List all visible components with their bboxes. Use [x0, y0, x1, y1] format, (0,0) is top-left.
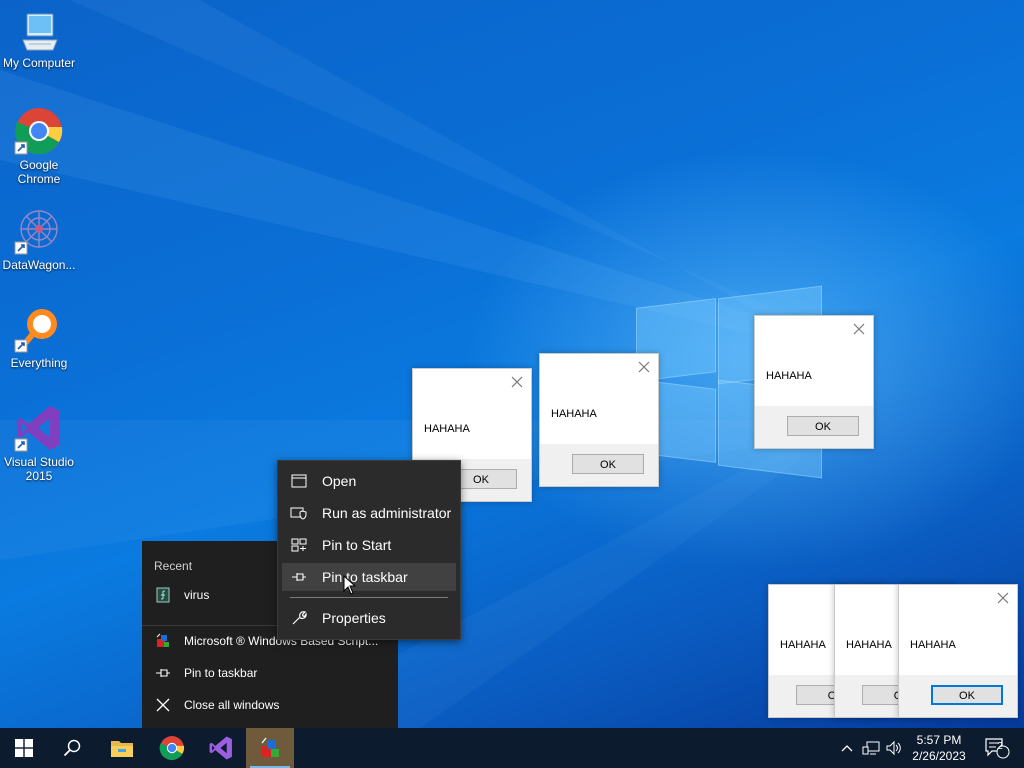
context-menu-properties[interactable]: Properties: [282, 604, 456, 632]
close-icon[interactable]: [510, 375, 524, 389]
desktop-icon-label: DataWagon...: [2, 258, 76, 272]
jump-list-task-label: Close all windows: [184, 698, 280, 712]
chevron-up-icon: [841, 745, 853, 752]
context-menu-label: Pin to taskbar: [322, 569, 408, 585]
jump-list-task-pin-to-taskbar[interactable]: Pin to taskbar: [142, 659, 398, 687]
chrome-icon: [159, 736, 185, 761]
visual-studio-icon: [14, 406, 60, 452]
pin-icon: [155, 665, 171, 681]
message-box: HAHAHA OK: [754, 315, 874, 449]
chrome-icon: [14, 108, 63, 155]
jump-list-task-label: Pin to taskbar: [184, 666, 258, 680]
shield-icon: [290, 505, 308, 521]
desktop-icon-label: Google Chrome: [17, 158, 61, 186]
clock-date: 2/26/2023: [912, 749, 966, 763]
ok-button[interactable]: OK: [931, 685, 1003, 705]
datawagon-icon: [14, 210, 58, 255]
network-icon: [862, 741, 880, 755]
close-icon[interactable]: [852, 322, 866, 336]
folder-icon: [111, 741, 133, 757]
context-menu-label: Open: [322, 473, 357, 489]
desktop-icon-label: Visual Studio 2015: [4, 455, 74, 483]
clock-time: 5:57 PM: [916, 733, 962, 747]
wrench-icon: [290, 610, 308, 626]
message-box-footer: OK: [899, 675, 1017, 717]
mouse-cursor-icon: [343, 575, 357, 595]
context-menu-label: Run as administrator: [322, 505, 452, 521]
desktop-icon-label: Everything: [10, 356, 68, 370]
context-menu-divider: [290, 597, 448, 598]
computer-icon: [22, 13, 58, 51]
desktop: My Computer Google Chrome DataWagon... E…: [0, 0, 1024, 728]
jump-list-task-close-all-windows[interactable]: Close all windows: [142, 691, 398, 719]
action-center-button[interactable]: 2: [980, 728, 1014, 768]
message-text: HAHAHA: [780, 639, 826, 651]
desktop-icon-my-computer[interactable]: My Computer: [1, 10, 77, 70]
start-button[interactable]: [0, 728, 48, 768]
message-text: HAHAHA: [766, 370, 812, 382]
message-text: HAHAHA: [424, 423, 470, 435]
taskbar-google-chrome[interactable]: [148, 728, 196, 768]
context-menu-open[interactable]: Open: [282, 467, 456, 495]
wscript-icon: [155, 633, 171, 649]
context-menu-run-as-administrator[interactable]: Run as administrator: [282, 499, 456, 527]
message-text: HAHAHA: [910, 639, 956, 651]
message-box: HAHAHA OK: [898, 584, 1018, 718]
close-icon[interactable]: [996, 591, 1010, 605]
pin-start-icon: [290, 537, 308, 553]
window-icon: [290, 473, 308, 489]
taskbar: 5:57 PM 2/26/2023 2: [0, 728, 1024, 768]
jump-list-recent-header: Recent: [154, 559, 193, 573]
show-hidden-icons-button[interactable]: [838, 728, 856, 768]
message-text: HAHAHA: [551, 408, 597, 420]
taskbar-visual-studio[interactable]: [197, 728, 245, 768]
desktop-icon-datawagon[interactable]: DataWagon...: [1, 206, 77, 272]
message-box: HAHAHA OK: [539, 353, 659, 487]
visual-studio-icon: [209, 736, 232, 760]
context-menu-label: Pin to Start: [322, 537, 392, 553]
search-button[interactable]: [48, 728, 96, 768]
network-button[interactable]: [860, 728, 882, 768]
script-file-icon: [155, 587, 171, 603]
pin-icon: [290, 569, 308, 585]
windows-logo-icon: [15, 739, 33, 757]
message-box-footer: OK: [540, 444, 658, 486]
desktop-icon-visual-studio[interactable]: Visual Studio 2015: [1, 403, 77, 483]
desktop-icon-google-chrome[interactable]: Google Chrome: [1, 106, 77, 186]
everything-icon: [14, 309, 57, 353]
context-menu-label: Properties: [322, 610, 386, 626]
volume-icon: [886, 740, 901, 756]
desktop-icon-everything[interactable]: Everything: [1, 304, 77, 370]
close-icon[interactable]: [637, 360, 651, 374]
message-box-footer: OK: [755, 406, 873, 448]
volume-button[interactable]: [884, 728, 904, 768]
jump-list-item-label: virus: [184, 588, 210, 602]
desktop-icon-label: My Computer: [2, 56, 76, 70]
clock[interactable]: 5:57 PM 2/26/2023: [906, 732, 972, 764]
taskbar-windows-script-host[interactable]: [246, 728, 294, 768]
message-text: HAHAHA: [846, 639, 892, 651]
search-icon: [63, 739, 81, 757]
wscript-icon: [261, 737, 279, 757]
taskbar-file-explorer[interactable]: [98, 728, 146, 768]
close-icon: [155, 697, 171, 713]
context-menu-pin-to-start[interactable]: Pin to Start: [282, 531, 456, 559]
ok-button[interactable]: OK: [572, 454, 644, 474]
context-menu-pin-to-taskbar[interactable]: Pin to taskbar: [282, 563, 456, 591]
context-menu: Open Run as administrator Pin to Start P…: [277, 460, 461, 640]
ok-button[interactable]: OK: [787, 416, 859, 436]
notification-count: 2: [997, 741, 1003, 752]
